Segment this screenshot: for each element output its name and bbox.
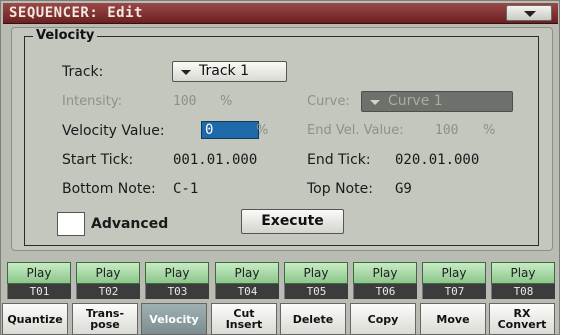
page-title: SEQUENCER: Edit	[9, 5, 143, 21]
bottom-note-label: Bottom Note:	[62, 181, 156, 197]
track-play-button[interactable]: Play	[284, 262, 348, 284]
tab-label: Quantize	[7, 314, 62, 325]
end-vel-label: End Vel. Value:	[307, 123, 404, 138]
top-note-label: Top Note:	[307, 181, 373, 197]
track-label: Track:	[62, 64, 104, 80]
tab-cut[interactable]: Cut Insert	[211, 303, 277, 335]
page-menu-button[interactable]	[506, 5, 552, 21]
bottom-note-value[interactable]: C-1	[173, 181, 198, 197]
tab-label: RX Convert	[498, 308, 547, 330]
top-note-value[interactable]: G9	[395, 181, 412, 197]
tab-label-line1: Copy	[367, 312, 399, 326]
track-number: T08	[491, 284, 555, 299]
velocity-value-field[interactable]: 0	[201, 121, 259, 139]
intensity-value: 100	[173, 94, 197, 109]
sequencer-screen: SEQUENCER: Edit Velocity Track: Track 1 …	[0, 0, 560, 335]
track-value: Track 1	[199, 63, 249, 79]
tab-label-line1: Quantize	[7, 312, 63, 326]
track-number: T02	[76, 284, 140, 299]
group-title: Velocity	[33, 28, 98, 43]
curve-label: Curve:	[307, 94, 350, 109]
track-play-button[interactable]: Play	[76, 262, 140, 284]
tab-quantize[interactable]: Quantize	[2, 303, 68, 335]
advanced-label: Advanced	[91, 216, 169, 232]
tab-label-line1: Move	[436, 312, 470, 326]
track-number: T03	[145, 284, 209, 299]
start-tick-label: Start Tick:	[62, 152, 134, 168]
start-tick-value[interactable]: 001.01.000	[173, 152, 257, 168]
chevron-down-icon	[370, 100, 380, 105]
velocity-value-unit: %	[256, 123, 269, 138]
track-strip: Play T01 Play T02 Play T03 Play T04 Play T05 Play T…	[3, 262, 559, 305]
end-vel-value: 100	[435, 123, 459, 138]
end-tick-value[interactable]: 020.01.000	[395, 152, 479, 168]
tab-rx[interactable]: RX Convert	[489, 303, 555, 335]
tab-label: Velocity	[149, 314, 198, 325]
track-play-button[interactable]: Play	[491, 262, 555, 284]
intensity-unit: %	[220, 94, 233, 109]
track-play-button[interactable]: Play	[215, 262, 279, 284]
tab-delete[interactable]: Delete	[280, 303, 346, 335]
end-tick-label: End Tick:	[307, 152, 371, 168]
tab-copy[interactable]: Copy	[350, 303, 416, 335]
execute-button[interactable]: Execute	[241, 209, 344, 234]
curve-dropdown: Curve 1	[361, 91, 513, 112]
tab-label-line2: Convert	[497, 318, 547, 331]
velocity-value-label: Velocity Value:	[62, 123, 165, 139]
track-play-button[interactable]: Play	[7, 262, 71, 284]
edit-tabs: Quantize Trans-pose Velocity Cut Insert Delet…	[2, 303, 560, 335]
end-vel-unit: %	[483, 123, 496, 138]
track-dropdown[interactable]: Track 1	[172, 61, 287, 82]
tab-move[interactable]: Move	[420, 303, 486, 335]
tab-label: Copy	[368, 314, 399, 325]
chevron-down-icon	[181, 70, 191, 75]
tab-label: Move	[436, 314, 469, 325]
tab-label-line2: pose	[90, 318, 120, 331]
track-play-button[interactable]: Play	[422, 262, 486, 284]
velocity-value: 0	[205, 122, 214, 138]
tab-velocity[interactable]: Velocity	[141, 303, 207, 335]
track-number: T06	[353, 284, 417, 299]
tab-trans[interactable]: Trans-pose	[72, 303, 138, 335]
track-play-button[interactable]: Play	[145, 262, 209, 284]
track-number: T04	[215, 284, 279, 299]
track-number: T07	[422, 284, 486, 299]
tab-label-line1: Delete	[292, 312, 334, 326]
curve-value: Curve 1	[388, 93, 443, 109]
advanced-checkbox[interactable]	[57, 212, 85, 236]
tab-label: Trans-pose	[86, 308, 124, 330]
tab-label: Delete	[293, 314, 334, 325]
chevron-down-icon	[524, 11, 536, 17]
track-number: T01	[7, 284, 71, 299]
title-bar: SEQUENCER: Edit	[3, 3, 558, 24]
tab-label: Cut Insert	[226, 308, 263, 330]
track-play-button[interactable]: Play	[353, 262, 417, 284]
tab-label-line1: Velocity	[149, 312, 199, 326]
track-number: T05	[284, 284, 348, 299]
tab-label-line2: Insert	[225, 318, 263, 331]
intensity-label: Intensity:	[62, 94, 123, 109]
